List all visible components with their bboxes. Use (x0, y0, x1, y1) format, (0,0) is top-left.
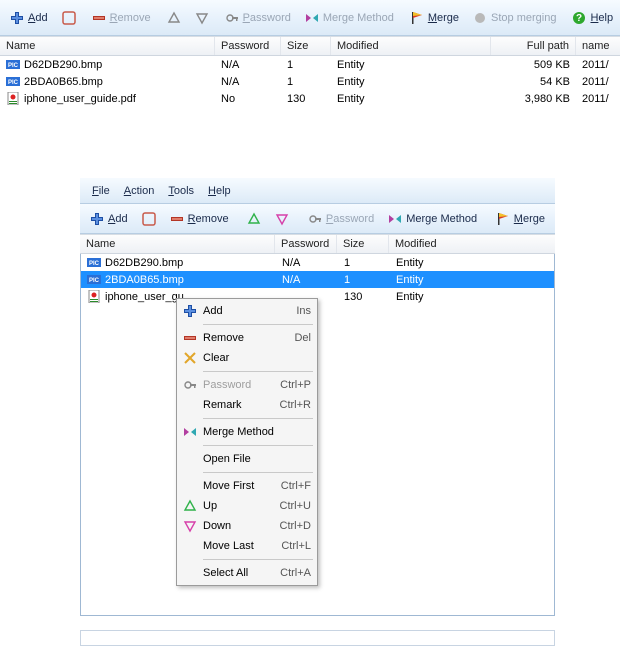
ctx-select-all[interactable]: Select All Ctrl+A (179, 563, 315, 583)
table-row[interactable]: 2BDA0B65.bmpN/A1Entity (81, 271, 554, 288)
flag-icon (410, 11, 424, 25)
minus-icon (92, 11, 106, 25)
plus-icon (90, 212, 104, 226)
password-button[interactable]: Password (219, 9, 297, 27)
col-password[interactable]: Password (215, 37, 281, 55)
key-icon (225, 11, 239, 25)
stop-label: Stop merging (491, 12, 556, 24)
table2-header: Name Password Size Modified (80, 234, 555, 254)
bowtie-icon (305, 11, 319, 25)
flag-icon (496, 212, 510, 226)
table-row[interactable]: D62DB290.bmpN/A1Entity509 KB2011/ (0, 56, 620, 73)
ctx-merge-method[interactable]: Merge Method (179, 422, 315, 442)
up-button[interactable] (161, 9, 187, 27)
down-button[interactable] (189, 9, 215, 27)
merge-method-button[interactable]: Merge Method (299, 9, 400, 27)
col-fullpath[interactable]: Full path (491, 37, 576, 55)
ctx-up[interactable]: Up Ctrl+U (179, 496, 315, 516)
col2-modified[interactable]: Modified (389, 235, 539, 253)
merge-method-label: Merge Method (323, 12, 394, 24)
add-label: dd (35, 12, 47, 24)
file-icon (87, 256, 101, 269)
triangle-down-icon (275, 212, 289, 226)
ctx-remark[interactable]: Remark Ctrl+R (179, 395, 315, 415)
ctx-clear[interactable]: Clear (179, 348, 315, 368)
plus-icon (183, 304, 197, 318)
table-row[interactable]: 2BDA0B65.bmpN/A1Entity54 KB2011/ (0, 73, 620, 90)
menu-action[interactable]: Action (118, 183, 161, 199)
context-menu: Add Ins Remove Del Clear Password Ctrl+P… (176, 298, 318, 586)
up-button-2[interactable] (241, 210, 267, 228)
col-size[interactable]: Size (281, 37, 331, 55)
stop-merging-button[interactable]: Stop merging (467, 9, 562, 27)
ctx-move-last[interactable]: Move Last Ctrl+L (179, 536, 315, 556)
password-button-2[interactable]: Password (302, 210, 380, 228)
remove-button[interactable]: Remove (86, 9, 157, 27)
ctx-move-first[interactable]: Move First Ctrl+F (179, 476, 315, 496)
file-icon (87, 273, 101, 286)
ctx-remove[interactable]: Remove Del (179, 328, 315, 348)
top-table-rows: D62DB290.bmpN/A1Entity509 KB2011/2BDA0B6… (0, 56, 620, 107)
col-modified[interactable]: Modified (331, 37, 491, 55)
add-button[interactable]: Add (4, 9, 54, 27)
plus-icon (10, 11, 24, 25)
remove-label: emove (118, 12, 151, 24)
stop-rect-icon (142, 212, 156, 226)
status-bar (80, 630, 555, 646)
menu-help[interactable]: Help (202, 183, 237, 199)
key-icon (183, 378, 197, 392)
table-row[interactable]: iphone_user_guide.pdfNo130Entity3,980 KB… (0, 90, 620, 107)
dot-icon (473, 11, 487, 25)
ctx-password[interactable]: Password Ctrl+P (179, 375, 315, 395)
file-icon (6, 58, 20, 71)
triangle-up-icon (183, 499, 197, 513)
clear-icon (183, 351, 197, 365)
triangle-down-icon (195, 11, 209, 25)
minus-icon (183, 331, 197, 345)
merge-method-button-2[interactable]: Merge Method (382, 210, 483, 228)
help-button[interactable]: Help (566, 9, 619, 27)
menubar: File Action Tools Help (80, 178, 555, 204)
triangle-down-icon (183, 519, 197, 533)
minus-icon (170, 212, 184, 226)
toolbar2: Add Remove Password Merge Method Merge (80, 204, 555, 234)
main-window: Add Remove Password Merge Method Merge (0, 0, 620, 107)
help-icon (572, 11, 586, 25)
remove-button-2[interactable]: Remove (164, 210, 235, 228)
triangle-up-icon (167, 11, 181, 25)
file-icon (6, 92, 20, 105)
merge-label: erge (437, 12, 459, 24)
ctx-open-file[interactable]: Open File (179, 449, 315, 469)
bowtie-icon (388, 212, 402, 226)
key-icon (308, 212, 322, 226)
stoprect-button-2[interactable] (136, 210, 162, 228)
menu-file[interactable]: File (86, 183, 116, 199)
ctx-down[interactable]: Down Ctrl+D (179, 516, 315, 536)
menu-tools[interactable]: Tools (162, 183, 200, 199)
col2-password[interactable]: Password (275, 235, 337, 253)
password-label: assword (250, 12, 291, 24)
col-name[interactable]: Name (0, 37, 215, 55)
table-row[interactable]: D62DB290.bmpN/A1Entity (81, 254, 554, 271)
merge-button[interactable]: Merge (404, 9, 465, 27)
file-icon (6, 75, 20, 88)
add-button-2[interactable]: Add (84, 210, 134, 228)
ctx-add[interactable]: Add Ins (179, 301, 315, 321)
stoprect-button[interactable] (56, 9, 82, 27)
col2-name[interactable]: Name (80, 235, 275, 253)
col2-size[interactable]: Size (337, 235, 389, 253)
bowtie-icon (183, 425, 197, 439)
help-label: elp (598, 12, 613, 24)
merge-button-2[interactable]: Merge (490, 210, 551, 228)
triangle-up-icon (247, 212, 261, 226)
stop-rect-icon (62, 11, 76, 25)
top-table-header: Name Password Size Modified Full path na… (0, 36, 620, 56)
col-name2[interactable]: name (576, 37, 620, 55)
top-toolbar: Add Remove Password Merge Method Merge (0, 0, 620, 36)
down-button-2[interactable] (269, 210, 295, 228)
file-icon (87, 290, 101, 303)
